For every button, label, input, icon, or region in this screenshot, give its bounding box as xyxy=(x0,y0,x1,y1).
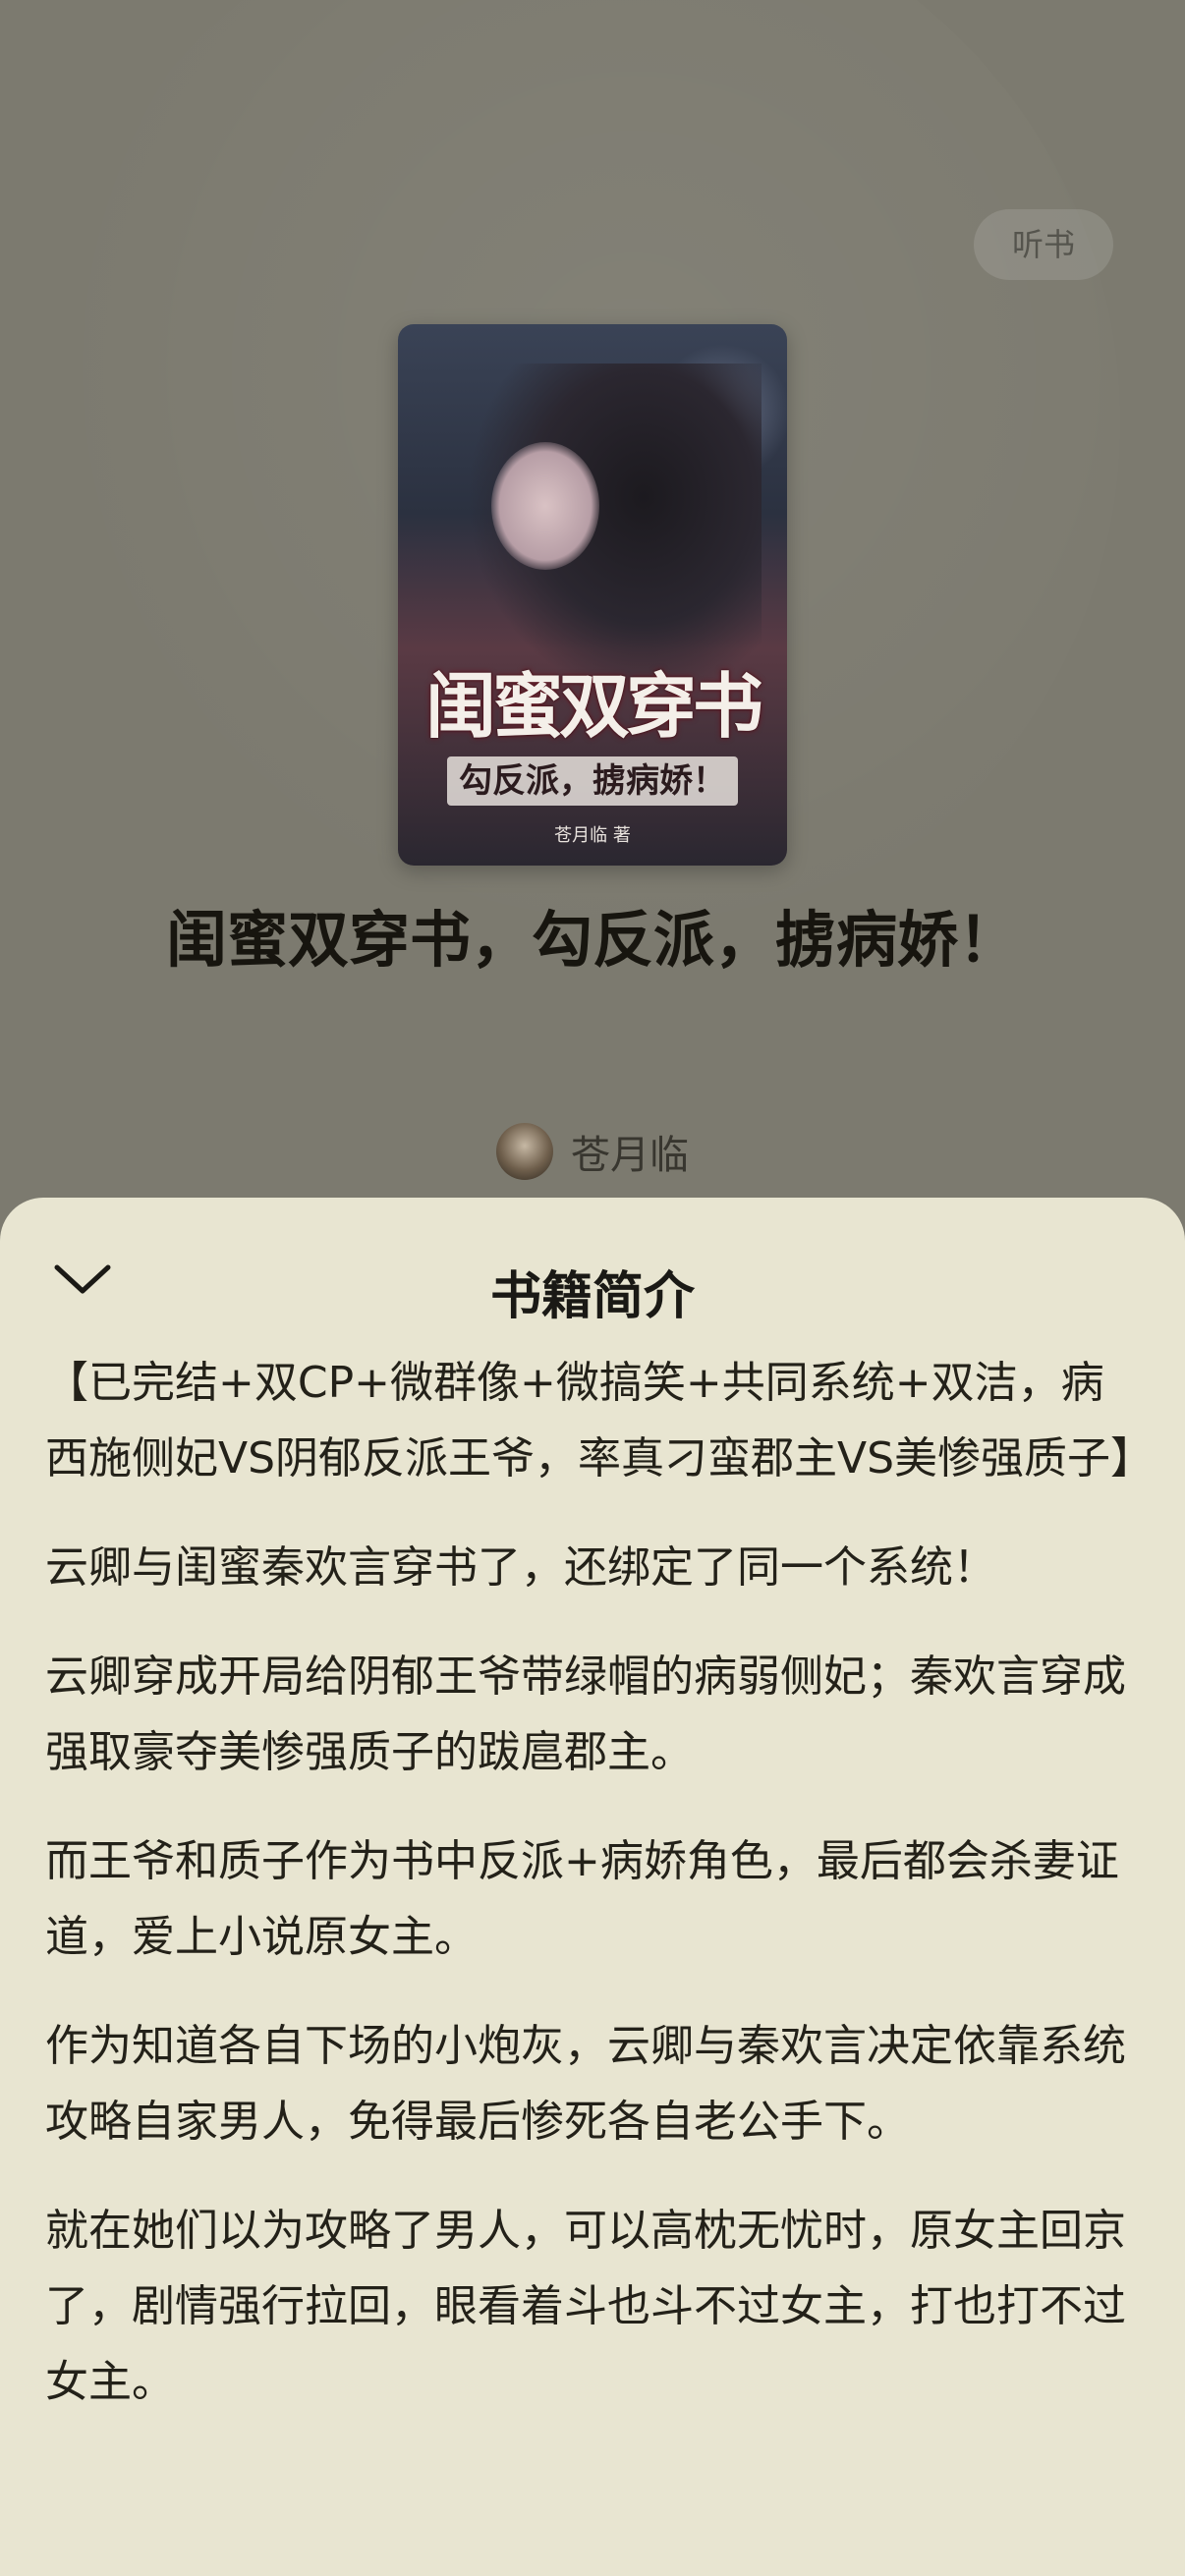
author-row[interactable]: 苍月临 xyxy=(0,1120,1185,1183)
cover-author: 苍月临 著 xyxy=(554,825,631,846)
book-title: 闺蜜双穿书，勾反派，掳病娇！ xyxy=(165,904,1019,976)
listen-button[interactable]: 听书 xyxy=(974,209,1113,280)
intro-paragraph: 就在她们以为攻略了男人，可以高枕无忧时，原女主回京了，剧情强行拉回，眼看着斗也斗… xyxy=(45,2206,1126,2407)
intro-paragraph: 而王爷和质子作为书中反派+病娇角色，最后都会杀妻证道，爱上小说原女主。 xyxy=(45,1836,1119,1962)
cover-subtitle: 勾反派，掳病娇！ xyxy=(447,756,738,806)
intro-paragraph: 云卿穿成开局给阴郁王爷带绿帽的病弱侧妃；秦欢言穿成强取豪夺美惨强质子的跋扈郡主。 xyxy=(45,1652,1126,1777)
intro-paragraph: 【已完结+双CP+微群像+微搞笑+共同系统+双洁，病西施侧妃VS阴郁反派王爷，率… xyxy=(45,1358,1155,1484)
sheet-title: 书籍简介 xyxy=(489,1267,695,1326)
author-name[interactable]: 苍月临 xyxy=(571,1123,689,1180)
cover-title: 闺蜜双穿书 xyxy=(424,664,763,748)
book-cover[interactable]: 闺蜜双穿书 勾反派，掳病娇！ 苍月临 著 xyxy=(398,324,787,866)
author-avatar[interactable] xyxy=(496,1123,553,1180)
sheet-header: 书籍简介 xyxy=(0,1198,1185,1345)
intro-text: 【已完结+双CP+微群像+微搞笑+共同系统+双洁，病西施侧妃VS阴郁反派王爷，率… xyxy=(0,1345,1185,2420)
cover-face-art xyxy=(491,442,599,570)
intro-paragraph: 作为知道各自下场的小炮灰，云卿与秦欢言决定依靠系统攻略自家男人，免得最后惨死各自… xyxy=(45,2021,1126,2147)
book-intro-sheet: 书籍简介 【已完结+双CP+微群像+微搞笑+共同系统+双洁，病西施侧妃VS阴郁反… xyxy=(0,1198,1185,2576)
intro-paragraph: 云卿与闺蜜秦欢言穿书了，还绑定了同一个系统！ xyxy=(45,1542,996,1593)
